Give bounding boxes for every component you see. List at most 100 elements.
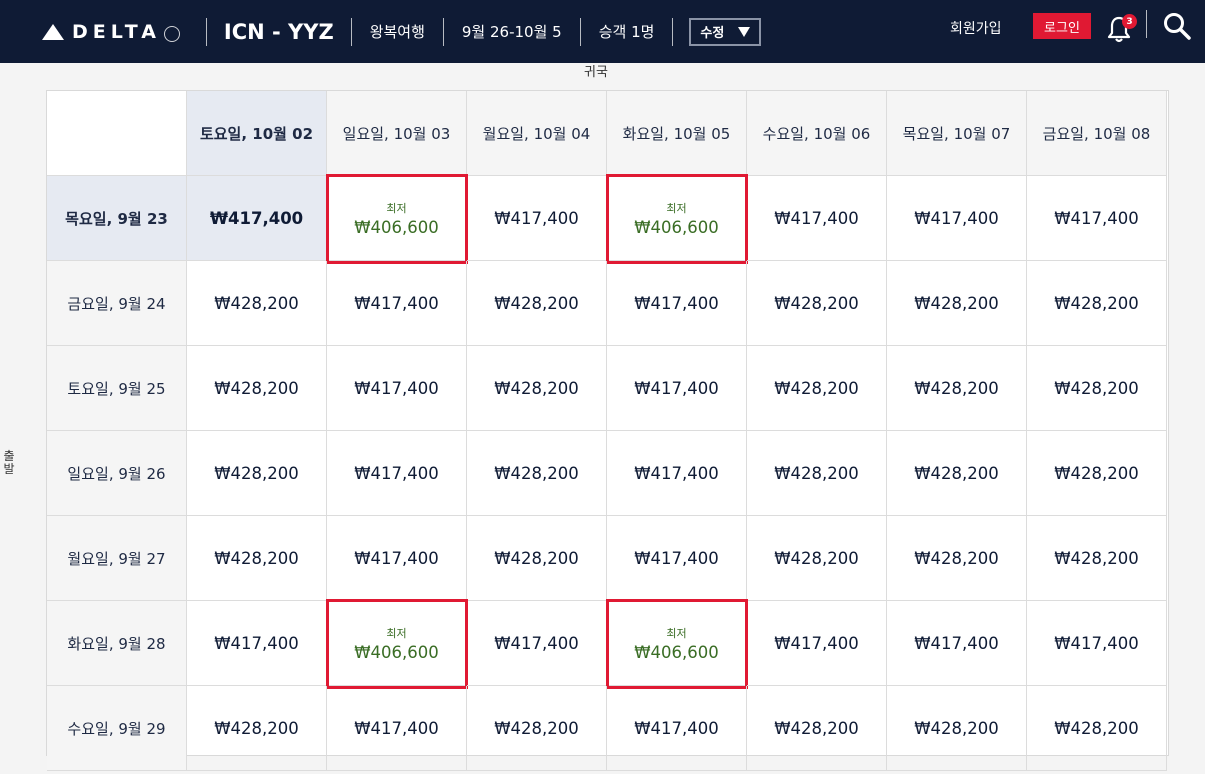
- depart-date-label: 목요일, 9월 23: [65, 209, 168, 228]
- fare-price: ₩428,200: [1054, 718, 1139, 738]
- fare-cell[interactable]: ₩417,400: [327, 261, 467, 346]
- lowest-fare-cell[interactable]: 최저 ₩406,600: [607, 601, 747, 686]
- signup-link[interactable]: 회원가입: [950, 18, 1002, 38]
- fare-cell[interactable]: ₩417,400: [327, 686, 467, 771]
- depart-date-label: 월요일, 9월 27: [67, 549, 166, 568]
- fare-price: ₩428,200: [214, 293, 299, 313]
- depart-date-label: 일요일, 9월 26: [67, 464, 166, 483]
- fare-cell[interactable]: ₩428,200: [1027, 261, 1167, 346]
- fare-cell[interactable]: ₩417,400: [467, 601, 607, 686]
- fare-price: ₩417,400: [354, 463, 439, 483]
- lowest-fare-cell[interactable]: 최저 ₩406,600: [327, 176, 467, 261]
- fare-cell[interactable]: ₩417,400: [327, 346, 467, 431]
- delta-widget-icon: [42, 23, 64, 40]
- fare-price: ₩428,200: [914, 378, 999, 398]
- return-date-header: 목요일, 10월 07: [887, 91, 1027, 176]
- lowest-fare-tag: 최저: [666, 201, 687, 215]
- fare-calendar-grid: 토요일, 10월 02 일요일, 10월 03 월요일, 10월 04 화요일, 10…: [46, 90, 1169, 771]
- lowest-fare-cell[interactable]: 최저 ₩406,600: [607, 176, 747, 261]
- fare-cell[interactable]: ₩428,200: [747, 431, 887, 516]
- fare-cell[interactable]: ₩428,200: [187, 431, 327, 516]
- trip-type: 왕복여행: [369, 23, 425, 41]
- fare-cell[interactable]: ₩417,400: [1027, 176, 1167, 261]
- globe-icon: [163, 25, 180, 42]
- trip-dates: 9월 26-10월 5: [461, 23, 562, 41]
- fare-cell[interactable]: ₩417,400: [327, 516, 467, 601]
- notifications-button[interactable]: 3: [1106, 14, 1137, 44]
- edit-label: 수정: [700, 26, 725, 41]
- fare-price: ₩428,200: [914, 718, 999, 738]
- fare-price: ₩428,200: [914, 463, 999, 483]
- fare-price: ₩428,200: [494, 378, 579, 398]
- fare-price: ₩428,200: [774, 293, 859, 313]
- fare-price: ₩417,400: [634, 463, 719, 483]
- divider: [579, 17, 581, 46]
- fare-price: ₩406,600: [634, 642, 719, 662]
- fare-cell[interactable]: ₩417,400: [887, 176, 1027, 261]
- fare-cell[interactable]: ₩428,200: [467, 431, 607, 516]
- fare-cell[interactable]: ₩417,400: [1027, 601, 1167, 686]
- return-date-label: 수요일, 10월 06: [762, 124, 871, 143]
- fare-price: ₩428,200: [1054, 548, 1139, 568]
- fare-cell[interactable]: ₩417,400: [747, 601, 887, 686]
- fare-cell[interactable]: ₩428,200: [1027, 431, 1167, 516]
- fare-price: ₩428,200: [214, 463, 299, 483]
- depart-date-header: 토요일, 9월 25: [47, 346, 187, 431]
- fare-cell[interactable]: ₩417,400: [327, 431, 467, 516]
- fare-cell[interactable]: ₩428,200: [747, 261, 887, 346]
- fare-cell[interactable]: ₩417,400: [887, 601, 1027, 686]
- fare-cell[interactable]: ₩428,200: [887, 686, 1027, 771]
- fare-cell[interactable]: ₩428,200: [187, 346, 327, 431]
- fare-cell[interactable]: ₩428,200: [187, 261, 327, 346]
- fare-cell[interactable]: ₩417,400: [607, 516, 747, 601]
- login-button[interactable]: 로그인: [1033, 13, 1091, 39]
- fare-cell[interactable]: ₩417,400: [187, 601, 327, 686]
- search-button[interactable]: [1162, 11, 1192, 41]
- login-label: 로그인: [1044, 20, 1080, 36]
- return-date-header: 일요일, 10월 03: [327, 91, 467, 176]
- fare-cell[interactable]: ₩428,200: [467, 516, 607, 601]
- depart-date-label: 금요일, 9월 24: [67, 294, 166, 313]
- fare-price: ₩428,200: [1054, 293, 1139, 313]
- fare-cell[interactable]: ₩428,200: [887, 516, 1027, 601]
- fare-cell[interactable]: ₩417,400: [607, 261, 747, 346]
- fare-price: ₩428,200: [214, 718, 299, 738]
- fare-cell[interactable]: ₩428,200: [747, 516, 887, 601]
- edit-search-button[interactable]: 수정: [689, 17, 762, 46]
- fare-cell[interactable]: ₩428,200: [887, 261, 1027, 346]
- fare-price: ₩428,200: [494, 718, 579, 738]
- fare-cell[interactable]: ₩428,200: [747, 346, 887, 431]
- fare-cell[interactable]: ₩417,400: [607, 431, 747, 516]
- fare-cell[interactable]: ₩428,200: [467, 346, 607, 431]
- fare-cell[interactable]: ₩428,200: [887, 431, 1027, 516]
- fare-cell[interactable]: ₩428,200: [187, 516, 327, 601]
- fare-cell[interactable]: ₩417,400: [607, 346, 747, 431]
- fare-cell[interactable]: ₩417,400: [187, 176, 327, 261]
- fare-cell[interactable]: ₩417,400: [747, 176, 887, 261]
- fare-cell[interactable]: ₩428,200: [1027, 346, 1167, 431]
- return-date-header: 월요일, 10월 04: [467, 91, 607, 176]
- fare-cell[interactable]: ₩428,200: [887, 346, 1027, 431]
- fare-cell[interactable]: ₩428,200: [467, 686, 607, 771]
- depart-axis-label: 출발: [3, 449, 15, 476]
- fare-cell[interactable]: ₩428,200: [187, 686, 327, 771]
- delta-logo[interactable]: DELTA: [42, 21, 180, 43]
- fare-price: ₩417,400: [494, 208, 579, 228]
- depart-date-header: 화요일, 9월 28: [47, 601, 187, 686]
- lowest-fare-tag: 최저: [386, 626, 407, 640]
- return-date-label: 금요일, 10월 08: [1042, 124, 1151, 143]
- return-date-label: 화요일, 10월 05: [622, 124, 731, 143]
- fare-cell[interactable]: ₩428,200: [1027, 516, 1167, 601]
- fare-cell[interactable]: ₩428,200: [467, 261, 607, 346]
- return-date-label: 월요일, 10월 04: [482, 124, 591, 143]
- fare-price: ₩417,400: [354, 378, 439, 398]
- depart-date-header: 목요일, 9월 23: [47, 176, 187, 261]
- lowest-fare-cell[interactable]: 최저 ₩406,600: [327, 601, 467, 686]
- fare-cell[interactable]: ₩428,200: [1027, 686, 1167, 771]
- fare-price: ₩417,400: [634, 548, 719, 568]
- fare-cell[interactable]: ₩428,200: [747, 686, 887, 771]
- fare-cell[interactable]: ₩417,400: [467, 176, 607, 261]
- fare-price: ₩428,200: [774, 548, 859, 568]
- lowest-fare-tag: 최저: [666, 626, 687, 640]
- fare-cell[interactable]: ₩417,400: [607, 686, 747, 771]
